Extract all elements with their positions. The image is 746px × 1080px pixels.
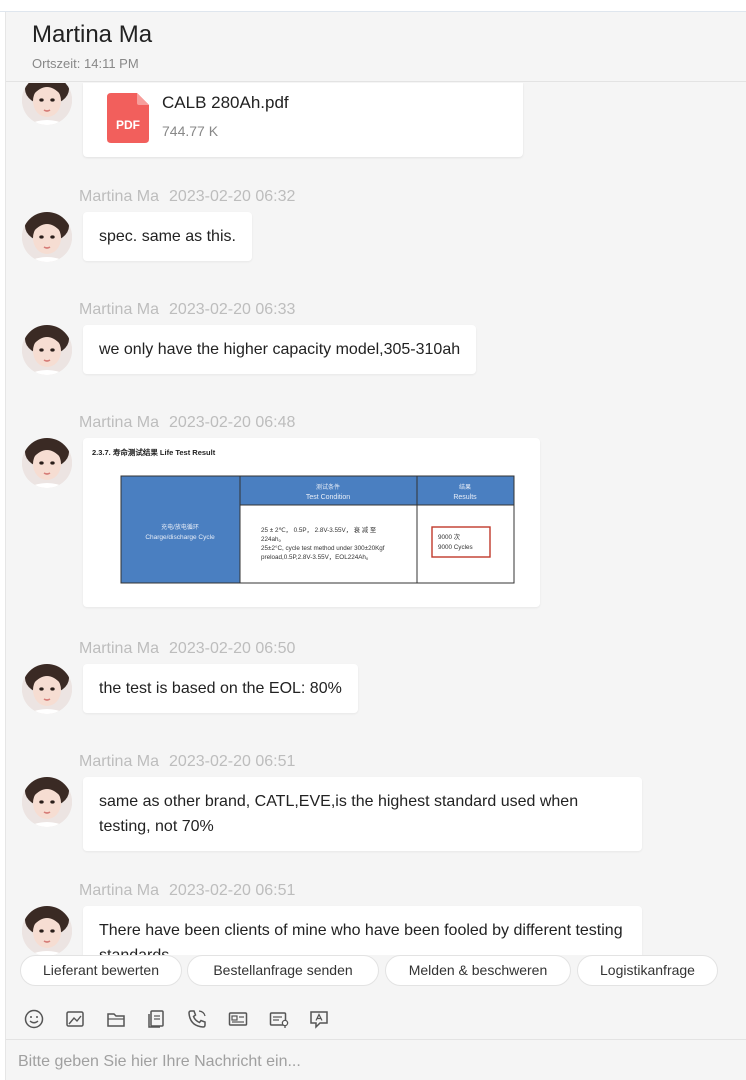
svg-text:结果: 结果 — [459, 483, 471, 491]
message-time: 2023-02-20 06:32 — [169, 188, 296, 205]
file-name[interactable]: CALB 280Ah.pdf — [162, 93, 289, 113]
composer-toolbar — [6, 1006, 746, 1036]
translate-icon[interactable] — [308, 1008, 330, 1030]
svg-text:Charge/discharge Cycle: Charge/discharge Cycle — [145, 534, 215, 541]
message-bubble[interactable]: the test is based on the EOL: 80% — [83, 664, 358, 713]
message-list[interactable]: PDF CALB 280Ah.pdf 744.77 K Martina Ma 20… — [6, 83, 746, 955]
svg-text:充电/放电循环: 充电/放电循环 — [161, 523, 199, 531]
sender-name: Martina Ma — [79, 301, 160, 318]
life-test-table-image: 2.3.7. 寿命测试结果 Life Test Result 测试条件 Test… — [92, 447, 515, 584]
message-time: 2023-02-20 06:51 — [169, 882, 296, 899]
message-bubble[interactable]: spec. same as this. — [83, 212, 252, 261]
svg-text:25±2°C, cycle test method unde: 25±2°C, cycle test method under 300±20Kg… — [261, 544, 385, 552]
message-time: 2023-02-20 06:33 — [169, 301, 296, 318]
svg-text:Results: Results — [453, 494, 477, 501]
avatar[interactable] — [22, 83, 72, 125]
svg-text:2.3.7. 寿命测试结果 Life Test Result: 2.3.7. 寿命测试结果 Life Test Result — [92, 447, 216, 457]
svg-text:preload,0.5P,2.8V-3.55V，EOL224: preload,0.5P,2.8V-3.55V，EOL224Ah。 — [261, 554, 372, 561]
window-top-bar — [0, 0, 746, 12]
svg-text:9000 次: 9000 次 — [438, 532, 461, 541]
sender-name: Martina Ma — [79, 882, 160, 899]
sender-name: Martina Ma — [79, 188, 160, 205]
phone-icon[interactable] — [186, 1008, 208, 1030]
message-bubble[interactable]: we only have the higher capacity model,3… — [83, 325, 477, 374]
message-meta: Martina Ma 2023-02-20 06:32 — [79, 188, 295, 206]
sender-name: Martina Ma — [79, 640, 160, 657]
rate-supplier-button[interactable]: Lieferant bewerten — [20, 955, 182, 986]
message-meta: Martina Ma 2023-02-20 06:51 — [79, 882, 295, 900]
message-meta: Martina Ma 2023-02-20 06:33 — [79, 301, 295, 319]
pdf-icon: PDF — [107, 93, 149, 143]
avatar[interactable] — [22, 325, 72, 375]
message-time: 2023-02-20 06:51 — [169, 753, 296, 770]
svg-text:224ah。: 224ah。 — [261, 536, 285, 543]
message-bubble[interactable]: There have been clients of mine who have… — [83, 906, 642, 955]
address-icon[interactable] — [268, 1008, 290, 1030]
svg-text:Test Condition: Test Condition — [306, 494, 350, 501]
svg-text:25 ± 2℃， 0.5P， 2.8V-3.55V， 衰 减: 25 ± 2℃， 0.5P， 2.8V-3.55V， 衰 减 至 — [261, 525, 376, 534]
message-meta: Martina Ma 2023-02-20 06:51 — [79, 753, 295, 771]
folder-icon[interactable] — [105, 1008, 127, 1030]
message-bubble[interactable]: same as other brand, CATL,EVE,is the hig… — [83, 777, 642, 851]
avatar[interactable] — [22, 664, 72, 714]
svg-text:9000 Cycles: 9000 Cycles — [438, 544, 473, 551]
svg-text:测试条件: 测试条件 — [316, 483, 340, 491]
send-order-request-button[interactable]: Bestellanfrage senden — [187, 955, 379, 986]
svg-text:PDF: PDF — [116, 118, 140, 132]
message-composer — [6, 1039, 746, 1080]
emoji-icon[interactable] — [23, 1008, 45, 1030]
sender-name: Martina Ma — [79, 414, 160, 431]
message-input[interactable] — [18, 1050, 718, 1074]
image-icon[interactable] — [64, 1008, 86, 1030]
sender-name: Martina Ma — [79, 753, 160, 770]
avatar[interactable] — [22, 906, 72, 955]
image-attachment[interactable]: 2.3.7. 寿命测试结果 Life Test Result 测试条件 Test… — [83, 438, 540, 607]
message-time: 2023-02-20 06:48 — [169, 414, 296, 431]
quick-actions: Lieferant bewerten Bestellanfrage senden… — [6, 955, 746, 989]
message-meta: Martina Ma 2023-02-20 06:50 — [79, 640, 295, 658]
document-icon[interactable] — [145, 1008, 167, 1030]
file-attachment[interactable]: PDF CALB 280Ah.pdf 744.77 K — [83, 83, 523, 157]
avatar[interactable] — [22, 212, 72, 262]
business-card-icon[interactable] — [227, 1008, 249, 1030]
avatar[interactable] — [22, 777, 72, 827]
contact-name[interactable]: Martina Ma — [32, 21, 152, 49]
file-size: 744.77 K — [162, 123, 219, 139]
chat-header: Martina Ma Ortszeit: 14:11 PM — [6, 12, 746, 82]
logistics-request-button[interactable]: Logistikanfrage — [577, 955, 718, 986]
message-time: 2023-02-20 06:50 — [169, 640, 296, 657]
message-meta: Martina Ma 2023-02-20 06:48 — [79, 414, 295, 432]
avatar[interactable] — [22, 438, 72, 488]
report-complaint-button[interactable]: Melden & beschweren — [385, 955, 571, 986]
local-time: Ortszeit: 14:11 PM — [32, 56, 139, 71]
